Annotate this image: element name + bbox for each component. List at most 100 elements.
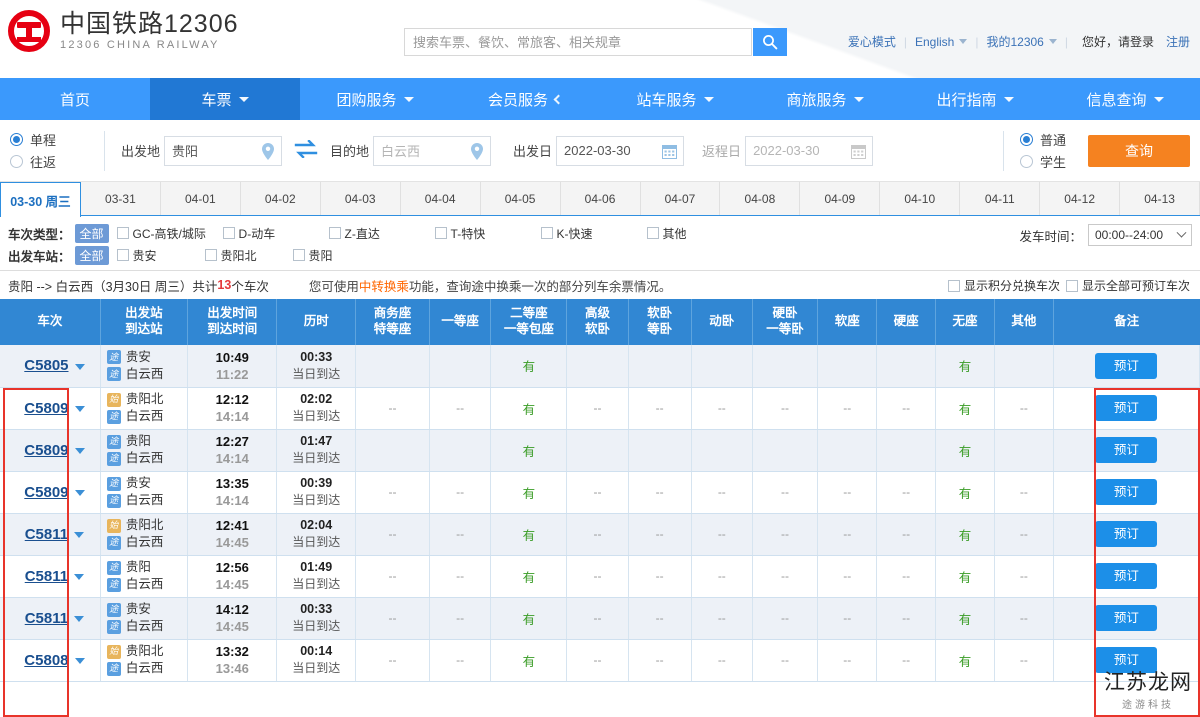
show-points-checkbox[interactable]: 显示积分兑换车次 — [947, 277, 1060, 294]
checkbox-icon[interactable] — [116, 227, 129, 239]
nav-item-0[interactable]: 首页 — [0, 78, 150, 120]
my12306-link[interactable]: 我的12306 — [986, 33, 1043, 50]
station-checkbox-0[interactable]: 贵安 — [116, 247, 195, 264]
checkbox-icon[interactable] — [328, 227, 341, 239]
return-date-input-wrap[interactable] — [745, 135, 874, 166]
date-tab-7[interactable]: 04-06 — [560, 182, 641, 215]
cell-train-number[interactable]: C5811 — [0, 513, 101, 556]
book-button[interactable]: 预订 — [1095, 437, 1158, 463]
chevron-down-icon[interactable] — [74, 658, 85, 665]
chevron-down-icon[interactable] — [74, 616, 85, 623]
love-mode-link[interactable]: 爱心模式 — [848, 33, 896, 50]
cell-train-number[interactable]: C5809 — [0, 387, 101, 430]
cell-train-number[interactable]: C5809 — [0, 429, 101, 472]
train-number-link[interactable]: C5809 — [24, 484, 68, 501]
checkbox-icon[interactable] — [204, 249, 217, 261]
book-button[interactable]: 预订 — [1095, 605, 1158, 631]
date-tab-8[interactable]: 04-07 — [640, 182, 721, 215]
nav-item-4[interactable]: 站车服务 — [600, 78, 750, 120]
train-number-link[interactable]: C5811 — [25, 568, 68, 585]
date-tab-6[interactable]: 04-05 — [480, 182, 561, 215]
train-type-checkbox-4[interactable]: K-快速 — [540, 225, 637, 242]
date-tab-1[interactable]: 03-31 — [80, 182, 161, 215]
book-button[interactable]: 预订 — [1095, 395, 1158, 421]
from-input-wrap[interactable] — [164, 135, 283, 166]
book-button[interactable]: 预订 — [1095, 479, 1158, 505]
train-number-link[interactable]: C5808 — [24, 652, 68, 669]
chevron-down-icon[interactable] — [1003, 96, 1014, 102]
column-header-2[interactable]: 出发时间 到达时间 — [187, 299, 278, 345]
date-tab-14[interactable]: 04-13 — [1120, 182, 1200, 215]
radio-normal[interactable]: 普通 — [1019, 130, 1066, 149]
train-type-checkbox-5[interactable]: 其他 — [646, 225, 743, 242]
column-header-3[interactable]: 历时 — [276, 299, 356, 345]
checkbox-icon[interactable] — [292, 249, 305, 261]
chevron-down-icon[interactable] — [1048, 39, 1057, 44]
chevron-down-icon[interactable] — [1153, 96, 1164, 102]
date-tab-4[interactable]: 04-03 — [320, 182, 401, 215]
date-tab-12[interactable]: 04-11 — [960, 182, 1041, 215]
cell-train-number[interactable]: C5805 — [0, 345, 101, 388]
train-number-link[interactable]: C5809 — [24, 400, 68, 417]
radio-normal-icon[interactable] — [1019, 133, 1033, 146]
chevron-down-icon[interactable] — [74, 406, 85, 413]
train-number-link[interactable]: C5811 — [25, 610, 68, 627]
nav-item-1[interactable]: 车票 — [150, 78, 300, 120]
checkbox-icon[interactable] — [540, 227, 553, 239]
swap-stations-button[interactable] — [294, 139, 318, 161]
query-submit-button[interactable]: 查询 — [1088, 134, 1190, 167]
station-checkbox-2[interactable]: 贵阳 — [292, 247, 371, 264]
chevron-down-icon[interactable] — [703, 96, 714, 102]
search-button[interactable] — [753, 28, 787, 56]
chevron-down-icon[interactable] — [403, 96, 414, 102]
chevron-down-icon[interactable] — [74, 574, 85, 581]
location-pin-icon[interactable] — [470, 142, 484, 163]
date-tab-9[interactable]: 04-08 — [720, 182, 801, 215]
train-number-link[interactable]: C5809 — [24, 442, 68, 459]
chevron-down-icon[interactable] — [853, 96, 864, 102]
train-type-checkbox-2[interactable]: Z-直达 — [328, 225, 425, 242]
book-button[interactable]: 预订 — [1095, 563, 1158, 589]
train-type-checkbox-3[interactable]: T-特快 — [434, 225, 531, 242]
cell-train-number[interactable]: C5811 — [0, 555, 101, 598]
date-tab-5[interactable]: 04-04 — [400, 182, 481, 215]
site-logo[interactable]: 中国铁路12306 12306 CHINA RAILWAY — [8, 10, 239, 52]
location-pin-icon[interactable] — [261, 142, 275, 163]
date-tab-13[interactable]: 04-12 — [1040, 182, 1121, 215]
search-input[interactable] — [405, 29, 751, 55]
transfer-link[interactable]: 中转换乘 — [359, 280, 409, 294]
language-link[interactable]: English — [915, 35, 954, 49]
chevron-down-icon[interactable] — [238, 96, 249, 102]
radio-oneway[interactable]: 单程 — [10, 130, 88, 149]
station-checkbox-1[interactable]: 贵阳北 — [204, 247, 283, 264]
to-input-wrap[interactable] — [373, 135, 492, 166]
radio-roundtrip-icon[interactable] — [10, 155, 23, 168]
checkbox-icon[interactable] — [1065, 279, 1078, 292]
date-tab-2[interactable]: 04-01 — [160, 182, 241, 215]
checkbox-icon[interactable] — [646, 227, 659, 239]
depart-time-select[interactable]: 00:00--24:00 — [1088, 224, 1192, 246]
checkbox-icon[interactable] — [222, 227, 235, 239]
train-number-link[interactable]: C5805 — [24, 357, 68, 374]
calendar-icon[interactable] — [662, 144, 678, 162]
nav-item-6[interactable]: 出行指南 — [900, 78, 1050, 120]
train-type-checkbox-1[interactable]: D-动车 — [222, 225, 319, 242]
depart-date-input-wrap[interactable] — [556, 135, 685, 166]
chevron-down-icon[interactable] — [74, 532, 85, 539]
nav-item-7[interactable]: 信息查询 — [1050, 78, 1200, 120]
chevron-down-icon[interactable] — [959, 39, 968, 44]
show-all-checkbox[interactable]: 显示全部可预订车次 — [1065, 277, 1190, 294]
search-box[interactable] — [404, 28, 752, 56]
book-button[interactable]: 预订 — [1095, 352, 1158, 379]
checkbox-icon[interactable] — [116, 249, 129, 261]
book-button[interactable]: 预订 — [1095, 521, 1158, 547]
calendar-icon[interactable] — [851, 144, 867, 162]
register-link[interactable]: 注册 — [1166, 33, 1190, 50]
cell-train-number[interactable]: C5808 — [0, 639, 101, 682]
chevron-down-icon[interactable] — [553, 94, 564, 104]
nav-item-2[interactable]: 团购服务 — [300, 78, 450, 120]
checkbox-icon[interactable] — [947, 279, 960, 292]
cell-train-number[interactable]: C5809 — [0, 471, 101, 514]
login-greeting[interactable]: 您好，请登录 — [1082, 33, 1154, 50]
nav-item-5[interactable]: 商旅服务 — [750, 78, 900, 120]
